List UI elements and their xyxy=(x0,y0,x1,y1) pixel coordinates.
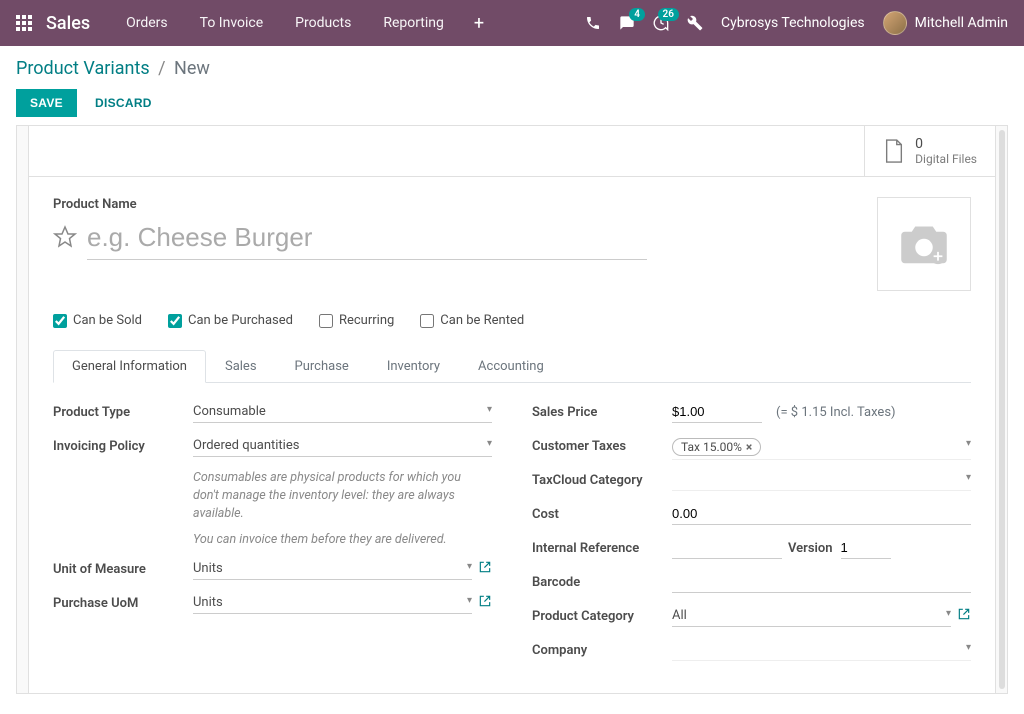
customer-taxes-select[interactable]: Tax 15.00%× xyxy=(672,435,971,460)
breadcrumb-parent[interactable]: Product Variants xyxy=(16,58,150,79)
uom-label: Unit of Measure xyxy=(53,558,193,577)
invoicing-policy-select[interactable]: Ordered quantities xyxy=(193,435,492,457)
cost-input[interactable] xyxy=(672,503,971,525)
invoicing-policy-label: Invoicing Policy xyxy=(53,435,193,454)
version-label: Version xyxy=(788,541,833,556)
can-be-rented-checkbox[interactable] xyxy=(420,314,434,328)
apps-icon[interactable] xyxy=(16,15,32,31)
barcode-input[interactable] xyxy=(672,571,971,593)
nav-add-menu-icon[interactable]: + xyxy=(464,9,494,38)
messaging-icon[interactable]: 4 xyxy=(619,15,635,31)
nav-reporting[interactable]: Reporting xyxy=(371,9,456,38)
activity-badge: 26 xyxy=(658,8,679,21)
category-label: Product Category xyxy=(532,605,672,624)
phone-icon[interactable] xyxy=(585,15,601,31)
digital-files-label: Digital Files xyxy=(915,152,977,166)
invoicing-help-text: You can invoice them before they are del… xyxy=(193,531,473,549)
tabs: General Information Sales Purchase Inven… xyxy=(53,350,971,383)
form-sheet: 0 Digital Files Product Name xyxy=(28,125,996,694)
scrollbar[interactable] xyxy=(996,125,1008,694)
tax-tag[interactable]: Tax 15.00%× xyxy=(672,438,761,456)
user-menu[interactable]: Mitchell Admin xyxy=(883,11,1008,35)
option-checkboxes: Can be Sold Can be Purchased Recurring C… xyxy=(53,313,971,328)
recurring-label[interactable]: Recurring xyxy=(339,313,394,328)
category-external-link-icon[interactable] xyxy=(957,607,971,625)
company-select[interactable] xyxy=(672,639,971,661)
tab-accounting[interactable]: Accounting xyxy=(459,350,563,383)
company-label: Company xyxy=(532,639,672,658)
tab-sales[interactable]: Sales xyxy=(206,350,276,383)
nav-products[interactable]: Products xyxy=(283,9,363,38)
recurring-checkbox[interactable] xyxy=(319,314,333,328)
version-input[interactable] xyxy=(841,537,891,559)
product-name-label: Product Name xyxy=(53,197,861,212)
control-panel: Product Variants / New SAVE DISCARD xyxy=(0,46,1024,125)
cost-label: Cost xyxy=(532,503,672,522)
favorite-star-icon[interactable] xyxy=(53,225,77,253)
messaging-badge: 4 xyxy=(629,8,645,21)
company-switcher[interactable]: Cybrosys Technologies xyxy=(721,15,865,31)
can-be-rented-label[interactable]: Can be Rented xyxy=(440,313,524,328)
internal-ref-label: Internal Reference xyxy=(532,537,672,556)
customer-taxes-label: Customer Taxes xyxy=(532,435,672,454)
tab-inventory[interactable]: Inventory xyxy=(368,350,459,383)
discard-button[interactable]: DISCARD xyxy=(81,89,166,117)
activity-icon[interactable]: 26 xyxy=(653,15,669,31)
sales-price-input[interactable] xyxy=(672,401,762,423)
purchase-uom-select[interactable]: Units xyxy=(193,592,472,614)
internal-ref-input[interactable] xyxy=(672,537,782,559)
uom-select[interactable]: Units xyxy=(193,558,472,580)
uom-external-link-icon[interactable] xyxy=(478,560,492,578)
barcode-label: Barcode xyxy=(532,571,672,590)
breadcrumb-current: New xyxy=(174,58,210,79)
can-be-sold-checkbox[interactable] xyxy=(53,314,67,328)
tab-purchase[interactable]: Purchase xyxy=(276,350,368,383)
purchase-uom-external-link-icon[interactable] xyxy=(478,594,492,612)
product-type-label: Product Type xyxy=(53,401,193,420)
purchase-uom-label: Purchase UoM xyxy=(53,592,193,611)
can-be-sold-label[interactable]: Can be Sold xyxy=(73,313,142,328)
app-brand[interactable]: Sales xyxy=(46,13,90,34)
digital-files-button[interactable]: 0 Digital Files xyxy=(864,126,995,176)
tab-general-information[interactable]: General Information xyxy=(53,350,206,383)
sales-price-label: Sales Price xyxy=(532,401,672,420)
consumable-help-text: Consumables are physical products for wh… xyxy=(193,469,473,523)
avatar xyxy=(883,11,907,35)
user-name: Mitchell Admin xyxy=(915,15,1008,31)
incl-taxes-note: (= $ 1.15 Incl. Taxes) xyxy=(776,405,896,420)
breadcrumb: Product Variants / New xyxy=(16,58,1008,79)
save-button[interactable]: SAVE xyxy=(16,89,77,117)
image-upload[interactable] xyxy=(877,197,971,291)
taxcloud-label: TaxCloud Category xyxy=(532,469,672,488)
digital-files-count: 0 xyxy=(915,136,977,152)
product-type-select[interactable]: Consumable xyxy=(193,401,492,423)
taxcloud-select[interactable] xyxy=(672,469,971,491)
nav-orders[interactable]: Orders xyxy=(114,9,180,38)
can-be-purchased-checkbox[interactable] xyxy=(168,314,182,328)
button-box: 0 Digital Files xyxy=(29,126,995,177)
left-gutter xyxy=(16,125,28,694)
product-name-input[interactable] xyxy=(87,218,647,260)
top-navbar: Sales Orders To Invoice Products Reporti… xyxy=(0,0,1024,46)
nav-to-invoice[interactable]: To Invoice xyxy=(188,9,276,38)
can-be-purchased-label[interactable]: Can be Purchased xyxy=(188,313,293,328)
tax-tag-remove-icon[interactable]: × xyxy=(746,440,752,454)
nav-menu: Orders To Invoice Products Reporting + xyxy=(114,9,494,38)
debug-icon[interactable] xyxy=(687,15,703,31)
